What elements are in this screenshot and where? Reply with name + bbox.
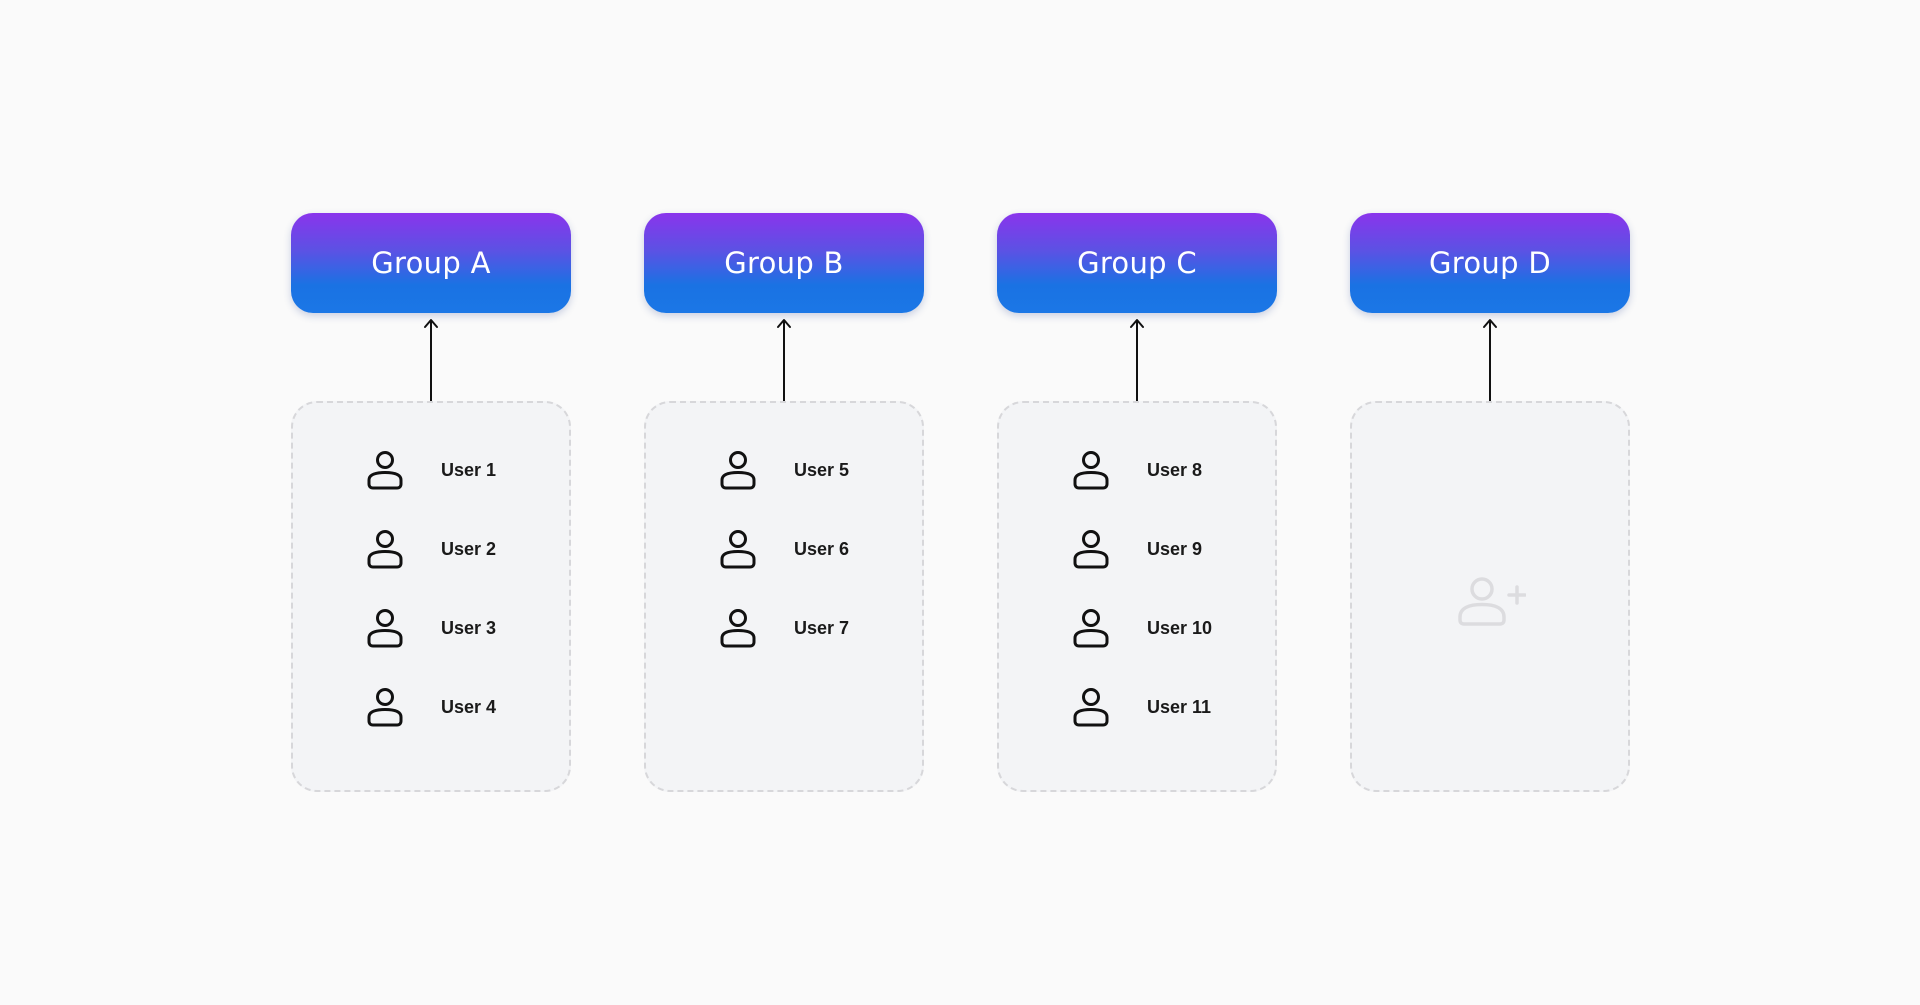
- user-icon: [1073, 688, 1109, 727]
- user-icon: [367, 451, 403, 490]
- group-c-header[interactable]: Group C: [997, 213, 1277, 313]
- group-column-a: Group A User 1 User 2 User 3 User 4: [291, 213, 571, 792]
- group-b-title: Group B: [724, 246, 844, 280]
- user-row[interactable]: User 3: [361, 604, 561, 652]
- user-label: User 8: [1147, 459, 1203, 480]
- group-column-c: Group C User 8 User 9 User 10 User 11: [997, 213, 1277, 792]
- user-icon: [367, 609, 403, 648]
- group-a-title: Group A: [371, 246, 491, 280]
- user-icon: [367, 688, 403, 727]
- user-icon: [367, 530, 403, 569]
- group-column-b: Group B User 5 User 6 User 7: [644, 213, 924, 792]
- user-label: User 3: [441, 617, 497, 638]
- group-column-d: Group D: [1350, 213, 1630, 792]
- group-b-header[interactable]: Group B: [644, 213, 924, 313]
- group-a-user-box: User 1 User 2 User 3 User 4: [291, 401, 571, 792]
- add-user-icon[interactable]: [1454, 573, 1526, 633]
- user-row[interactable]: User 2: [361, 525, 561, 573]
- user-icon: [720, 530, 756, 569]
- group-b-user-box: User 5 User 6 User 7: [644, 401, 924, 792]
- user-icon: [1073, 609, 1109, 648]
- user-label: User 10: [1147, 617, 1213, 638]
- user-row[interactable]: User 6: [714, 525, 914, 573]
- user-row[interactable]: User 4: [361, 683, 561, 731]
- user-label: User 2: [441, 538, 497, 559]
- group-d-user-box: [1350, 401, 1630, 792]
- user-row[interactable]: User 5: [714, 446, 914, 494]
- user-label: User 11: [1147, 696, 1212, 717]
- group-d-title: Group D: [1429, 246, 1551, 280]
- user-icon: [720, 451, 756, 490]
- user-icon: [1073, 530, 1109, 569]
- user-icon: [720, 609, 756, 648]
- user-row[interactable]: User 10: [1067, 604, 1267, 652]
- user-row[interactable]: User 11: [1067, 683, 1267, 731]
- user-label: User 5: [794, 459, 850, 480]
- user-label: User 7: [794, 617, 850, 638]
- user-row[interactable]: User 1: [361, 446, 561, 494]
- user-label: User 4: [441, 696, 497, 717]
- user-row[interactable]: User 9: [1067, 525, 1267, 573]
- user-icon: [1073, 451, 1109, 490]
- user-label: User 6: [794, 538, 850, 559]
- group-c-user-box: User 8 User 9 User 10 User 11: [997, 401, 1277, 792]
- group-d-header[interactable]: Group D: [1350, 213, 1630, 313]
- user-row[interactable]: User 7: [714, 604, 914, 652]
- group-c-title: Group C: [1077, 246, 1197, 280]
- user-label: User 9: [1147, 538, 1203, 559]
- user-label: User 1: [441, 459, 497, 480]
- user-row[interactable]: User 8: [1067, 446, 1267, 494]
- group-a-header[interactable]: Group A: [291, 213, 571, 313]
